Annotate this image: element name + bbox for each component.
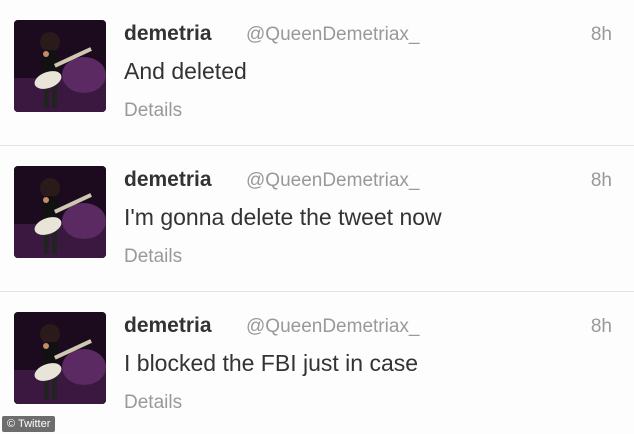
tweet-text: I blocked the FBI just in case [124, 350, 419, 376]
avatar[interactable] [14, 166, 106, 258]
tweet-timeline: demetria @QueenDemetriax_ 8h And deleted… [0, 0, 634, 434]
copyright-watermark: © Twitter [2, 416, 56, 432]
profile-photo-icon [14, 20, 106, 112]
details-link[interactable]: Details [124, 392, 182, 414]
tweet-timestamp[interactable]: 8h [591, 316, 612, 338]
tweet[interactable]: demetria @QueenDemetriax_ 8h And deleted… [0, 0, 634, 146]
profile-photo-icon [14, 312, 106, 404]
details-link[interactable]: Details [124, 100, 182, 122]
username-handle[interactable]: @QueenDemetriax_ [246, 170, 419, 192]
profile-photo-icon [14, 166, 106, 258]
tweet-timestamp[interactable]: 8h [591, 170, 612, 192]
username-handle[interactable]: @QueenDemetriax_ [246, 316, 419, 338]
tweet[interactable]: demetria @QueenDemetriax_ 8h I'm gonna d… [0, 146, 634, 292]
display-name[interactable]: demetria [124, 22, 212, 46]
tweet-text: I'm gonna delete the tweet now [124, 204, 442, 230]
tweet[interactable]: demetria @QueenDemetriax_ 8h I blocked t… [0, 292, 634, 434]
tweet-timestamp[interactable]: 8h [591, 24, 612, 46]
tweet-text: And deleted [124, 58, 247, 84]
avatar[interactable] [14, 312, 106, 404]
display-name[interactable]: demetria [124, 168, 212, 192]
display-name[interactable]: demetria [124, 314, 212, 338]
avatar[interactable] [14, 20, 106, 112]
username-handle[interactable]: @QueenDemetriax_ [246, 24, 419, 46]
details-link[interactable]: Details [124, 246, 182, 268]
